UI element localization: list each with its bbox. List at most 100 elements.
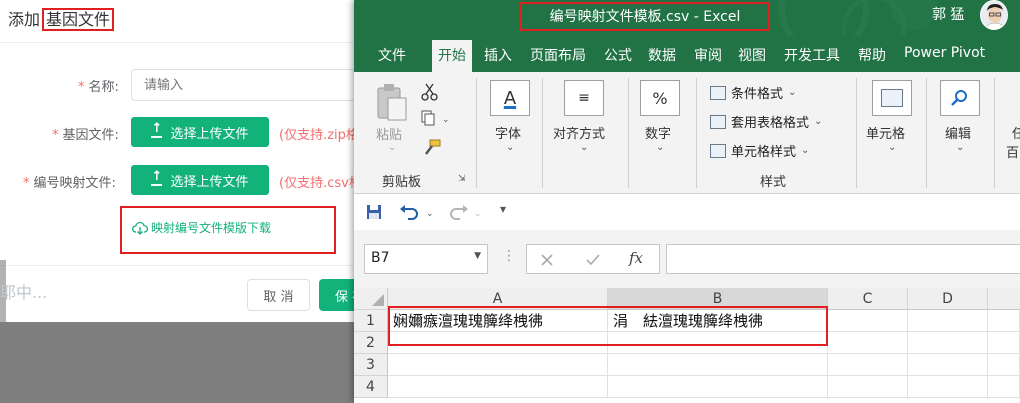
cell-c2[interactable] [828,332,908,354]
cloud-download-icon [132,221,148,235]
mapping-file-label: * 编号映射文件: [23,176,116,191]
excel-window: 编号映射文件模板.csv - Excel 郭 猛 文件 开始 插入 页面布局 公… [354,0,1020,403]
dialog-title: 添加 基因文件 [8,6,115,31]
tab-insert[interactable]: 插入 [484,45,512,65]
modal-backdrop [0,322,370,403]
styles-group-label: 样式 [760,175,787,190]
conditional-format-button[interactable]: 条件格式 ⌄ [710,83,796,102]
quick-access-toolbar: ⌄ ⌄ ▾ [354,194,1020,230]
upload-icon [151,121,163,138]
alignment-icon[interactable]: ≡ [564,80,604,116]
cell-d3[interactable] [908,354,988,376]
customize-toolbar-icon[interactable]: ▾ [500,202,506,216]
mapping-file-upload-button[interactable]: 选择上传文件 [131,165,269,195]
tab-view[interactable]: 视图 [738,45,766,65]
ribbon-overflow-label-1: 任 [1012,127,1020,142]
paste-button[interactable]: 粘贴 ⌄ [374,82,414,153]
gene-file-hint: (仅支持.zip格 [279,128,359,143]
format-table-icon [710,114,726,129]
format-painter-icon[interactable] [422,138,442,158]
ribbon-overflow-label-2: 百 [1006,146,1020,161]
cell-a3[interactable] [388,354,608,376]
name-box[interactable]: B7 ▼ [364,244,488,274]
cell-e4[interactable] [988,376,1020,398]
tab-home[interactable]: 开始 [432,40,472,72]
insert-function-icon[interactable]: fx [629,249,643,267]
cell-d4[interactable] [908,376,988,398]
window-title: 编号映射文件模板.csv - Excel [549,9,741,25]
cell-c1[interactable] [828,310,908,332]
loading-text: 耶中... [0,283,48,302]
save-icon[interactable] [366,204,382,220]
name-input[interactable] [131,69,391,101]
row-header-2[interactable]: 2 [354,332,388,354]
template-download-link[interactable]: 映射编号文件模版下载 [132,219,271,236]
format-as-table-button[interactable]: 套用表格格式 ⌄ [710,112,822,131]
chevron-down-icon[interactable]: ▼ [474,251,481,261]
cell-e1[interactable] [988,310,1020,332]
redo-icon[interactable]: ⌄ [446,202,484,222]
user-name[interactable]: 郭 猛 [932,4,964,24]
cell-b3[interactable] [608,354,828,376]
cancel-button[interactable]: 取 消 [247,279,310,311]
number-format-icon[interactable]: % [640,80,680,116]
copy-icon[interactable]: ⌄ [420,110,450,128]
confirm-entry-icon[interactable] [585,252,601,268]
tab-data[interactable]: 数据 [648,45,676,65]
tab-developer[interactable]: 开发工具 [784,45,840,65]
gene-file-upload-button[interactable]: 选择上传文件 [131,117,269,147]
footer-divider [0,265,370,266]
select-all-corner[interactable] [354,288,388,310]
tab-page-layout[interactable]: 页面布局 [530,45,586,65]
editing-icon[interactable] [940,80,980,116]
formula-input[interactable] [666,244,1020,274]
tab-review[interactable]: 审阅 [694,45,722,65]
clipboard-group-label: 剪贴板 [382,175,422,190]
paste-icon [377,84,407,121]
svg-text:⌄: ⌄ [442,115,450,125]
dialog-divider [0,42,370,43]
font-group-label: 字体 [495,127,522,142]
tab-formulas[interactable]: 公式 [604,45,632,65]
row-header-3[interactable]: 3 [354,354,388,376]
cell-d1[interactable] [908,310,988,332]
worksheet-grid: A B C D 1 2 3 4 娴嬭瘯澶瑰瑰簲绛栧彿 涓 紶澶瑰瑰簲绛栧彿 [354,288,1020,403]
add-gene-file-dialog: 添加基因文件 *名称: *基因文件: 选择上传文件 (仅支持.zip格 *编号映… [0,0,391,403]
number-group-label: 数字 [645,127,672,142]
cell-b4[interactable] [608,376,828,398]
cell-styles-button[interactable]: 单元格样式 ⌄ [710,141,809,160]
user-avatar[interactable] [980,0,1008,30]
screen: 添加基因文件 *名称: *基因文件: 选择上传文件 (仅支持.zip格 *编号映… [0,0,1020,403]
alignment-group-label: 对齐方式 [553,127,606,142]
cancel-entry-icon[interactable] [539,252,555,268]
column-header-c[interactable]: C [828,288,908,310]
cell-c4[interactable] [828,376,908,398]
template-link-label: 映射编号文件模版下载 [151,221,272,235]
excel-title-bar: 编号映射文件模板.csv - Excel 郭 猛 [354,0,1020,36]
cell-e3[interactable] [988,354,1020,376]
undo-icon[interactable]: ⌄ [398,202,436,222]
row-header-1[interactable]: 1 [354,310,388,332]
cell-e2[interactable] [988,332,1020,354]
font-icon[interactable]: A [490,80,530,116]
column-header-e[interactable] [988,288,1020,310]
tab-power-pivot[interactable]: Power Pivot [904,45,985,61]
editing-group-label: 编辑 [945,127,972,142]
cell-c3[interactable] [828,354,908,376]
dialog-launcher-icon[interactable]: ⇲ [458,174,466,184]
cells-icon[interactable] [872,80,912,116]
row-header-4[interactable]: 4 [354,376,388,398]
tab-file[interactable]: 文件 [378,45,406,65]
tab-help[interactable]: 帮助 [858,45,886,65]
conditional-format-icon [710,85,726,100]
formula-bar: B7 ▼ ⋮ fx [354,230,1020,288]
cut-icon[interactable] [420,82,440,102]
cell-style-icon [710,143,726,158]
ribbon-home: 粘贴 ⌄ ⌄ 剪贴板 ⇲ A 字体 ⌄ ≡ 对齐方式 ⌄ % 数字 ⌄ 条件格式… [354,72,1020,194]
upload-icon [151,169,163,186]
column-header-d[interactable]: D [908,288,988,310]
cell-a4[interactable] [388,376,608,398]
name-label: * 名称: [78,80,119,95]
cell-d2[interactable] [908,332,988,354]
resize-handle[interactable]: ⋮ [502,248,516,264]
